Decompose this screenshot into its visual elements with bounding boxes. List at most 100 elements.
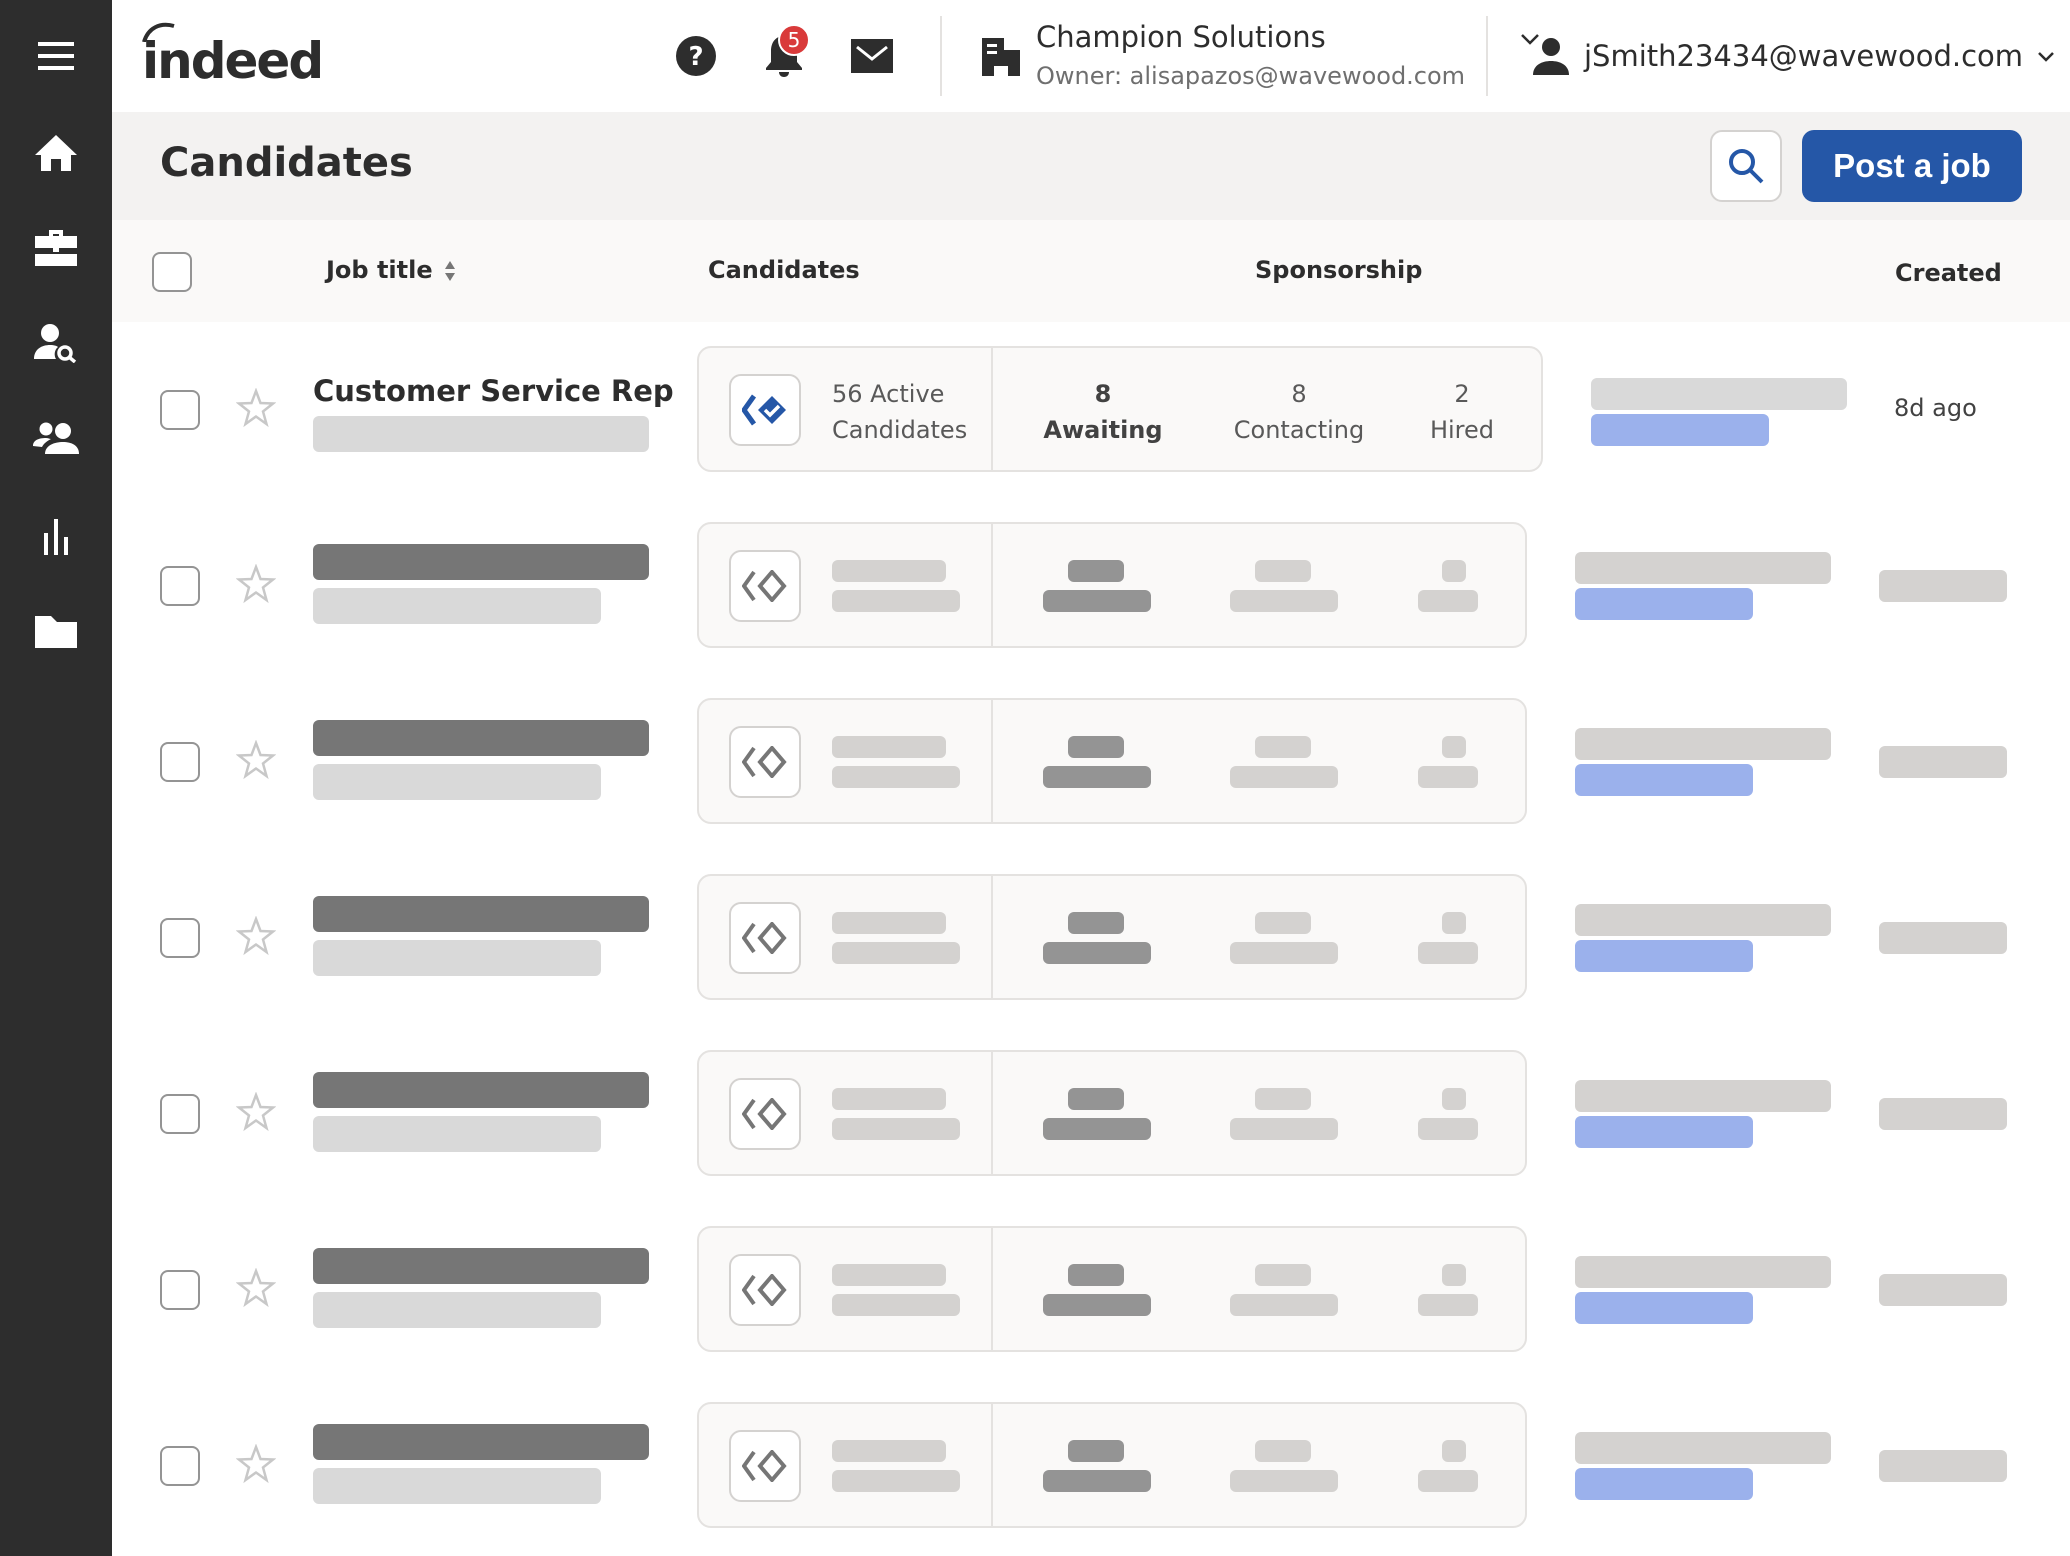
sponsorship-placeholder [1575, 904, 1831, 936]
card-divider [991, 348, 993, 470]
candidates-logo [729, 550, 801, 622]
hired-label-placeholder [1418, 766, 1478, 788]
column-job-title[interactable]: Job title [326, 256, 457, 284]
row-checkbox[interactable] [160, 1446, 200, 1486]
building-icon [982, 38, 1020, 76]
indeed-logo[interactable]: indeed [142, 22, 324, 86]
sidebar-item-candidates[interactable] [0, 398, 112, 478]
row-checkbox[interactable] [160, 1270, 200, 1310]
stat-hired[interactable]: 2 Hired [1417, 376, 1507, 448]
card-divider [991, 1404, 993, 1526]
hired-count: 2 [1454, 380, 1470, 408]
awaiting-label-placeholder [1043, 1294, 1151, 1316]
stat-contacting[interactable]: 8 Contacting [1229, 376, 1369, 448]
sponsorship-placeholder [1591, 378, 1847, 410]
sponsorship-status-placeholder [1575, 588, 1753, 620]
active-count-placeholder [832, 560, 946, 582]
job-title-placeholder [313, 1072, 649, 1108]
account-menu[interactable]: jSmith23434@wavewood.com [1532, 28, 2055, 84]
active-label-placeholder [832, 942, 960, 964]
sidebar-item-find-candidates[interactable] [0, 303, 112, 383]
active-count-placeholder [832, 1264, 946, 1286]
messages-button[interactable] [848, 32, 896, 80]
card-divider [991, 876, 993, 998]
hired-label-placeholder [1418, 1118, 1478, 1140]
star-icon[interactable] [236, 916, 276, 956]
sponsorship-placeholder [1575, 1256, 1831, 1288]
table-row-loading [112, 674, 2070, 850]
row-checkbox[interactable] [160, 918, 200, 958]
sidebar-nav [0, 0, 112, 1556]
company-switcher[interactable]: Champion Solutions Owner: alisapazos@wav… [982, 18, 1552, 98]
table-row-loading [112, 1378, 2070, 1554]
job-title[interactable]: Customer Service Rep [313, 374, 674, 408]
select-all-checkbox[interactable] [152, 252, 192, 292]
logo-arc-icon [142, 22, 175, 42]
star-icon[interactable] [236, 740, 276, 780]
home-icon [35, 135, 77, 171]
person-search-icon [34, 324, 77, 363]
active-label-placeholder [832, 590, 960, 612]
sponsorship-status-placeholder [1575, 940, 1753, 972]
contacting-count-placeholder [1255, 912, 1311, 934]
candidates-logo [729, 726, 801, 798]
hired-count-placeholder [1442, 560, 1466, 582]
search-button[interactable] [1710, 130, 1782, 202]
column-sponsorship: Sponsorship [1255, 256, 1423, 284]
sponsorship-placeholder [1575, 1080, 1831, 1112]
sidebar-item-documents[interactable] [0, 592, 112, 672]
candidates-logo [729, 1254, 801, 1326]
bar-chart-icon [44, 519, 68, 555]
contacting-label-placeholder [1230, 766, 1338, 788]
contacting-label-placeholder [1230, 1118, 1338, 1140]
sidebar-item-analytics[interactable] [0, 497, 112, 577]
card-divider [991, 700, 993, 822]
table-row[interactable]: Customer Service Rep 56 Active Candidate… [112, 322, 2070, 498]
sidebar-item-jobs[interactable] [0, 208, 112, 288]
hired-label-placeholder [1418, 590, 1478, 612]
stat-awaiting[interactable]: 8 Awaiting [1043, 376, 1163, 448]
star-icon[interactable] [236, 1444, 276, 1484]
star-icon[interactable] [236, 1268, 276, 1308]
folder-icon [35, 616, 77, 648]
sidebar-item-home[interactable] [0, 113, 112, 193]
active-label: Candidates [832, 416, 968, 444]
created-placeholder [1879, 922, 2007, 954]
star-icon[interactable] [236, 564, 276, 604]
contacting-label: Contacting [1233, 416, 1365, 444]
candidates-card [697, 1226, 1527, 1352]
post-job-button[interactable]: Post a job [1802, 130, 2022, 202]
candidates-check-icon [742, 394, 786, 426]
sponsorship-status-placeholder [1591, 414, 1769, 446]
menu-button[interactable] [0, 16, 112, 96]
contacting-label-placeholder [1230, 942, 1338, 964]
job-subtitle-placeholder [313, 940, 601, 976]
row-checkbox[interactable] [160, 390, 200, 430]
created-placeholder [1879, 1098, 2007, 1130]
row-checkbox[interactable] [160, 1094, 200, 1134]
header-divider [940, 16, 942, 96]
job-subtitle-placeholder [313, 416, 649, 452]
candidates-card [697, 698, 1527, 824]
row-checkbox[interactable] [160, 742, 200, 782]
awaiting-label-placeholder [1043, 590, 1151, 612]
star-icon[interactable] [236, 388, 276, 428]
notifications-button[interactable]: 5 [760, 24, 810, 80]
job-title-placeholder [313, 544, 649, 580]
company-owner: Owner: alisapazos@wavewood.com [1036, 62, 1466, 90]
star-icon[interactable] [236, 1092, 276, 1132]
active-label-placeholder [832, 766, 960, 788]
job-title-placeholder [313, 896, 649, 932]
job-title-placeholder [313, 1248, 649, 1284]
hired-label-placeholder [1418, 1470, 1478, 1492]
job-title-placeholder [313, 720, 649, 756]
awaiting-label-placeholder [1043, 1118, 1151, 1140]
created-placeholder [1879, 1274, 2007, 1306]
candidates-logo-outline-icon [742, 1274, 787, 1306]
help-button[interactable]: ? [672, 32, 720, 80]
candidates-logo [729, 374, 801, 446]
hired-label-placeholder [1418, 1294, 1478, 1316]
candidates-card[interactable]: 56 Active Candidates 8 Awaiting 8 Contac… [697, 346, 1543, 472]
row-checkbox[interactable] [160, 566, 200, 606]
svg-text:?: ? [688, 42, 703, 72]
